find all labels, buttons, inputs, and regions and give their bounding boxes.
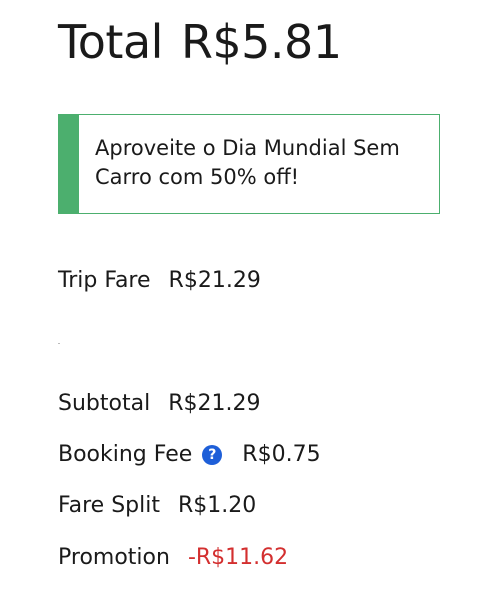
fare-split-row: Fare Split R$1.20 <box>58 491 256 521</box>
trip-fare-label: Trip Fare <box>58 268 151 293</box>
promotion-label: Promotion <box>58 545 170 570</box>
promotion-row: Promotion -R$11.62 <box>58 543 288 573</box>
divider-dot <box>58 343 60 344</box>
fare-split-label: Fare Split <box>58 493 160 518</box>
promo-accent-bar <box>59 115 79 213</box>
promo-text: Aproveite o Dia Mundial Sem Carro com 50… <box>95 136 400 189</box>
trip-fare-row: Trip Fare R$21.29 <box>58 266 261 296</box>
total-label: Total <box>58 15 163 69</box>
fare-split-value: R$1.20 <box>178 493 257 518</box>
booking-fee-row: Booking Fee ? R$0.75 <box>58 440 321 470</box>
subtotal-row: Subtotal R$21.29 <box>58 389 260 419</box>
trip-fare-value: R$21.29 <box>168 268 261 293</box>
booking-fee-value: R$0.75 <box>242 442 321 467</box>
promo-banner: Aproveite o Dia Mundial Sem Carro com 50… <box>58 114 440 214</box>
booking-fee-label: Booking Fee <box>58 442 193 467</box>
total-heading: Total R$5.81 <box>58 14 342 70</box>
subtotal-label: Subtotal <box>58 391 151 416</box>
promotion-value: -R$11.62 <box>187 545 289 570</box>
subtotal-value: R$21.29 <box>168 391 261 416</box>
help-icon[interactable]: ? <box>202 445 223 465</box>
total-amount: R$5.81 <box>180 15 342 69</box>
